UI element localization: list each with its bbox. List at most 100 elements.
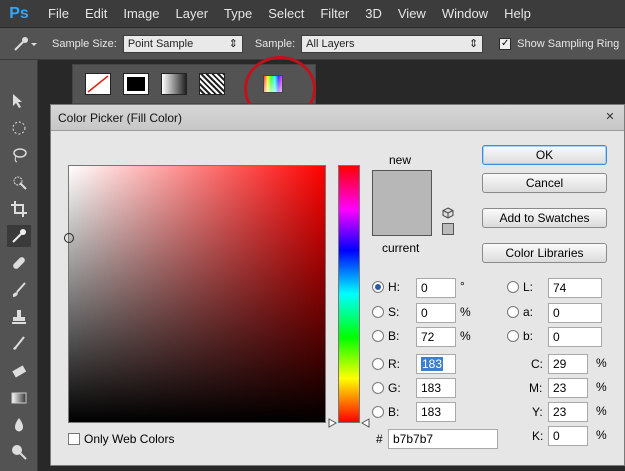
- lightness-label: L:: [523, 280, 534, 294]
- b-channel-radio[interactable]: [507, 330, 519, 342]
- saturation-field[interactable]: 0: [416, 303, 456, 323]
- green-label: G:: [388, 381, 401, 395]
- hex-label: #: [376, 432, 383, 446]
- no-color-icon: [87, 75, 109, 93]
- close-icon[interactable]: ✕: [602, 109, 618, 125]
- blue-field[interactable]: 183: [416, 402, 456, 422]
- black-unit: %: [596, 428, 607, 442]
- chevron-updown-icon: ⇕: [228, 38, 238, 50]
- menu-layer[interactable]: Layer: [168, 0, 217, 28]
- color-picker-dialog: Color Picker (Fill Color) ✕ new current …: [50, 104, 625, 466]
- menu-3d[interactable]: 3D: [357, 0, 390, 28]
- lasso-icon: [13, 148, 27, 163]
- sample-size-label: Sample Size:: [52, 37, 117, 50]
- hue-label: H:: [388, 280, 400, 294]
- a-channel-radio[interactable]: [507, 306, 519, 318]
- yellow-label: Y:: [532, 405, 543, 419]
- eyedropper-icon: [12, 229, 26, 243]
- photoshop-logo: Ps: [9, 4, 29, 22]
- history-brush-icon: [13, 336, 25, 350]
- menu-type[interactable]: Type: [216, 0, 260, 28]
- crop-tool[interactable]: [7, 198, 31, 220]
- a-channel-field[interactable]: 0: [548, 303, 602, 323]
- dodge-icon: [12, 445, 27, 460]
- menu-file[interactable]: File: [40, 0, 77, 28]
- dialog-title: Color Picker (Fill Color): [58, 111, 183, 125]
- menu-select[interactable]: Select: [260, 0, 312, 28]
- current-label: current: [382, 241, 420, 255]
- lasso-tool[interactable]: [7, 144, 31, 166]
- cube-icon[interactable]: [442, 207, 454, 219]
- menu-filter[interactable]: Filter: [312, 0, 357, 28]
- history-brush-tool[interactable]: [7, 333, 31, 355]
- add-to-swatches-button[interactable]: Add to Swatches: [482, 208, 607, 228]
- color-field-marker[interactable]: [64, 233, 74, 243]
- menu-window[interactable]: Window: [434, 0, 496, 28]
- tool-preset-picker[interactable]: [8, 32, 40, 56]
- eyedropper-tool[interactable]: [7, 225, 31, 247]
- color-field[interactable]: [64, 165, 326, 423]
- menu-edit[interactable]: Edit: [77, 0, 115, 28]
- cancel-button[interactable]: Cancel: [482, 173, 607, 193]
- blur-tool[interactable]: [7, 414, 31, 436]
- hue-slider-right-arrow-icon[interactable]: [361, 418, 370, 428]
- saturation-label: S:: [388, 305, 400, 319]
- color-libraries-button[interactable]: Color Libraries: [482, 243, 607, 263]
- menu-help[interactable]: Help: [496, 0, 539, 28]
- sample-size-select[interactable]: Point Sample ⇕: [122, 34, 243, 53]
- brightness-unit: %: [460, 329, 471, 343]
- sample-size-value: Point Sample: [127, 37, 194, 50]
- web-safe-swatch[interactable]: [442, 223, 454, 235]
- gradient-fill-button[interactable]: [161, 73, 187, 95]
- b-channel-field[interactable]: 0: [548, 327, 602, 347]
- red-field[interactable]: 183: [416, 354, 456, 374]
- green-field[interactable]: 183: [416, 378, 456, 398]
- quick-selection-icon: [13, 176, 27, 190]
- clone-stamp-tool[interactable]: [7, 306, 31, 328]
- blue-radio[interactable]: [372, 406, 384, 418]
- hue-field[interactable]: 0: [416, 278, 456, 298]
- brush-icon: [12, 282, 26, 297]
- solid-color-icon: [127, 77, 145, 91]
- brightness-field[interactable]: 72: [416, 327, 456, 347]
- marquee-icon: [12, 121, 26, 135]
- magenta-label: M:: [529, 381, 543, 395]
- brightness-radio[interactable]: [372, 330, 384, 342]
- menu-image[interactable]: Image: [115, 0, 167, 28]
- saturation-radio[interactable]: [372, 306, 384, 318]
- hue-slider[interactable]: [338, 165, 360, 423]
- magenta-field[interactable]: 23: [548, 378, 588, 398]
- brush-tool[interactable]: [7, 279, 31, 301]
- cyan-field[interactable]: 29: [548, 354, 588, 374]
- show-ring-checkbox[interactable]: ✓: [499, 37, 512, 50]
- black-field[interactable]: 0: [548, 426, 588, 446]
- menu-view[interactable]: View: [390, 0, 434, 28]
- quick-selection-tool[interactable]: [7, 171, 31, 193]
- gradient-tool[interactable]: [7, 387, 31, 409]
- red-value: 183: [421, 357, 444, 371]
- healing-brush-tool[interactable]: [7, 252, 31, 274]
- lightness-radio[interactable]: [507, 281, 519, 293]
- lightness-field[interactable]: 74: [548, 278, 602, 298]
- only-web-colors-checkbox[interactable]: [68, 433, 80, 445]
- menu-bar: Ps File Edit Image Layer Type Select Fil…: [0, 0, 625, 28]
- bandage-icon: [13, 257, 25, 269]
- no-fill-button[interactable]: [85, 73, 111, 95]
- marquee-tool[interactable]: [7, 117, 31, 139]
- cyan-unit: %: [596, 356, 607, 370]
- hex-field[interactable]: b7b7b7: [388, 429, 498, 449]
- ok-button[interactable]: OK: [482, 145, 607, 165]
- dodge-tool[interactable]: [7, 441, 31, 463]
- pattern-fill-button[interactable]: [199, 73, 225, 95]
- eraser-tool[interactable]: [7, 360, 31, 382]
- red-radio[interactable]: [372, 358, 384, 370]
- green-radio[interactable]: [372, 382, 384, 394]
- solid-color-button[interactable]: [123, 73, 149, 95]
- brightness-label: B:: [388, 329, 400, 343]
- move-tool[interactable]: [7, 90, 31, 112]
- sample-select[interactable]: All Layers ⇕: [301, 34, 484, 53]
- b-channel-label: b:: [523, 329, 534, 343]
- hue-slider-left-arrow-icon[interactable]: [328, 418, 337, 428]
- hue-radio[interactable]: [372, 281, 384, 293]
- yellow-field[interactable]: 23: [548, 402, 588, 422]
